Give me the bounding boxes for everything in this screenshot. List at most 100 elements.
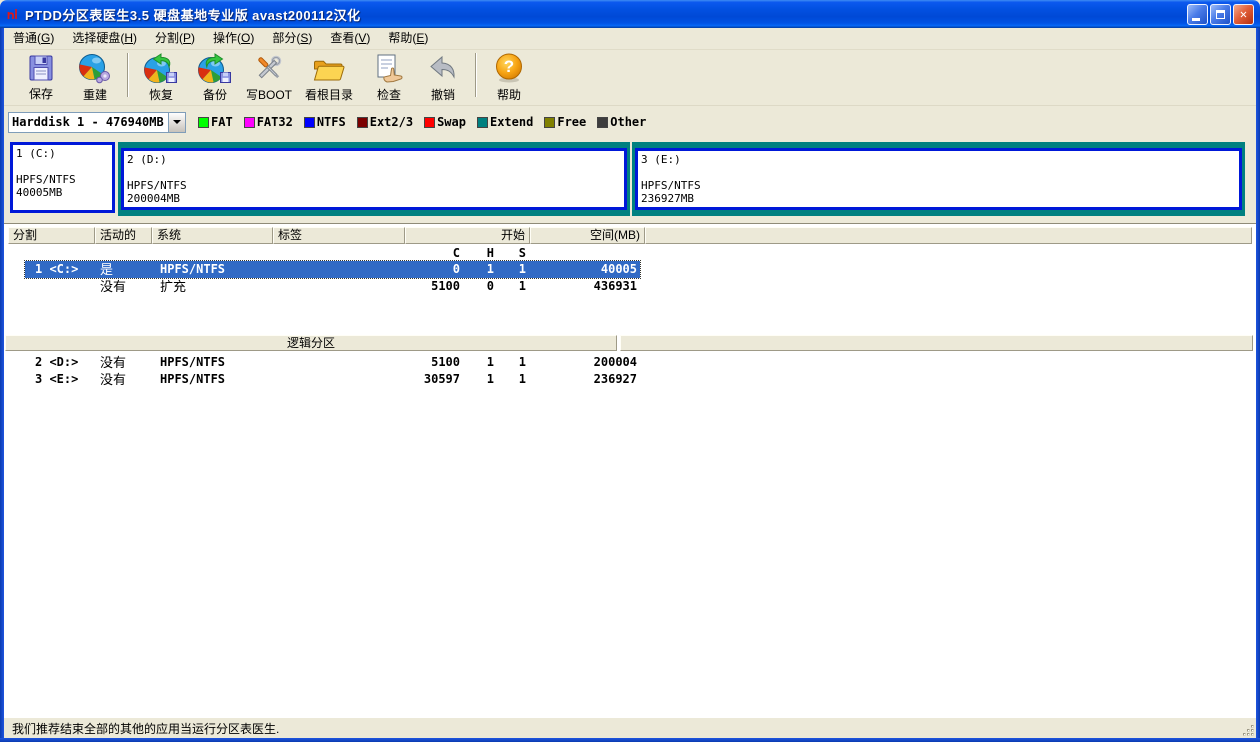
partition-name: 1 (C:) (16, 147, 56, 160)
undo-button[interactable]: 撤销 (416, 50, 470, 102)
toolbar-button-label: 撤销 (430, 88, 455, 102)
legend-item-ntfs: NTFS (303, 115, 346, 129)
fat-color-swatch (198, 116, 209, 128)
close-button[interactable]: ✕ (1233, 3, 1254, 25)
column-header-system[interactable]: 系统 (152, 227, 273, 244)
menu-item-general[interactable]: 普通(G) (4, 28, 63, 49)
column-header-partition[interactable]: 分割 (8, 227, 95, 244)
harddisk-select-dropdown-button[interactable] (168, 112, 185, 132)
help-button[interactable]: ? 帮助 (482, 50, 536, 102)
undo-arrow-icon (426, 53, 460, 84)
status-message: 我们推荐结束全部的其他的应用当运行分区表医生. (12, 721, 280, 736)
menu-item-section[interactable]: 部分(S) (263, 28, 321, 49)
check-button[interactable]: 检查 (362, 50, 416, 102)
subheader-h: H (486, 246, 494, 260)
column-header-start[interactable]: 开始 (405, 227, 530, 244)
filesystem-legend: FAT FAT32 NTFS Ext2/3 Swap Extend Free O… (198, 115, 657, 129)
menu-item-partition[interactable]: 分割(P) (146, 28, 204, 49)
toolbar-button-label: 保存 (28, 87, 53, 101)
partition-box-c[interactable]: 1 (C:) HPFS/NTFS 40005MB (10, 142, 115, 213)
chevron-down-icon (173, 120, 181, 124)
legend-item-fat: FAT (198, 115, 233, 129)
free-color-swatch (544, 116, 556, 128)
extended-wrapper: 3 (E:) HPFS/NTFS 236927MB (632, 142, 1245, 216)
toolbar-button-label: 恢复 (148, 88, 173, 102)
swap-color-swatch (424, 116, 436, 128)
menu-item-help[interactable]: 帮助(E) (379, 28, 437, 49)
minimize-icon (1192, 17, 1200, 21)
app-icon (7, 9, 17, 19)
fat32-color-swatch (243, 116, 255, 128)
window-border-bottom (0, 738, 1260, 742)
partition-fs: HPFS/NTFS (127, 179, 187, 192)
column-header-blank (645, 227, 1252, 244)
toolbar-button-label: 重建 (82, 88, 107, 102)
ntfs-color-swatch (303, 116, 315, 128)
close-icon: ✕ (1239, 7, 1248, 21)
column-header-active[interactable]: 活动的 (95, 227, 152, 244)
menu-bar: 普通(G) 选择硬盘(H) 分割(P) 操作(O) 部分(S) 查看(V) 帮助… (4, 28, 1256, 50)
restore-button[interactable]: 恢复 (134, 50, 188, 102)
svg-text:?: ? (504, 57, 514, 76)
maximize-button[interactable] (1210, 3, 1231, 25)
table-row-e[interactable]: 3 <E:> 没有 HPFS/NTFS 30597 1 1 236927 (25, 371, 640, 388)
harddisk-select[interactable]: Harddisk 1 - 476940MB (8, 111, 186, 133)
window-border-right (1256, 28, 1260, 742)
partition-size: 200004MB (127, 192, 180, 205)
minimize-button[interactable] (1187, 3, 1208, 25)
menu-item-view[interactable]: 查看(V) (321, 28, 379, 49)
column-header-label[interactable]: 标签 (273, 227, 405, 244)
table-row-c[interactable]: 1 <C:> 是 HPFS/NTFS 0 1 1 40005 (24, 260, 641, 279)
save-button[interactable]: 保存 (14, 50, 68, 102)
app-window: PTDD分区表医生3.5 硬盘基地专业版 avast200112汉化 ✕ 普通(… (0, 0, 1260, 742)
open-folder-icon (312, 53, 346, 84)
legend-item-other: Other (597, 115, 646, 129)
menu-item-operation[interactable]: 操作(O) (204, 28, 263, 49)
partition-map-panel: 1 (C:) HPFS/NTFS 40005MB 2 (D:) HPFS/NTF… (4, 138, 1256, 224)
legend-item-free: Free (544, 115, 586, 129)
legend-item-fat32: FAT32 (243, 115, 293, 129)
window-title: PTDD分区表医生3.5 硬盘基地专业版 avast200112汉化 (25, 7, 361, 23)
subheader-c: C (452, 246, 460, 260)
pie-arrow-left-restore-icon (144, 53, 178, 84)
chs-subheader-row: C H S (25, 246, 640, 261)
legend-item-swap: Swap (424, 115, 466, 129)
help-question-icon: ? (492, 53, 526, 84)
rebuild-button[interactable]: 重建 (68, 50, 122, 102)
table-header: 分割 活动的 系统 标签 开始 空间(MB) (8, 227, 1252, 244)
logical-section-band-right (620, 335, 1253, 351)
partition-box-d[interactable]: 2 (D:) HPFS/NTFS 200004MB (121, 148, 627, 210)
table-row-extended[interactable]: 没有 扩充 5100 0 1 436931 (25, 278, 640, 295)
partition-name: 2 (D:) (127, 153, 167, 166)
other-color-swatch (597, 116, 609, 128)
toolbar-button-label: 看根目录 (304, 88, 353, 102)
logical-section-band: 逻辑分区 (5, 335, 617, 351)
legend-item-ext23: Ext2/3 (356, 115, 413, 129)
partition-box-e[interactable]: 3 (E:) HPFS/NTFS 236927MB (635, 148, 1242, 210)
menu-item-select-disk[interactable]: 选择硬盘(H) (63, 28, 146, 49)
toolbar: 保存 重建 恢复 备份 写BOOT 看根目录 检查 撤销 ? 帮助 (4, 50, 1256, 106)
partition-fs: HPFS/NTFS (641, 179, 701, 192)
toolbar-button-label: 帮助 (496, 88, 521, 102)
partition-name: 3 (E:) (641, 153, 681, 166)
toolbar-separator (127, 53, 129, 97)
partition-size: 236927MB (641, 192, 694, 205)
harddisk-select-value: Harddisk 1 - 476940MB (12, 114, 164, 129)
crossed-tools-icon (252, 53, 286, 84)
subheader-s: S (518, 246, 526, 260)
view-root-directory-button[interactable]: 看根目录 (296, 50, 362, 102)
column-header-space[interactable]: 空间(MB) (530, 227, 645, 244)
pie-gear-rebuild-icon (78, 53, 112, 84)
maximize-icon (1216, 9, 1225, 19)
toolbar-button-label: 检查 (376, 88, 401, 102)
title-bar[interactable]: PTDD分区表医生3.5 硬盘基地专业版 avast200112汉化 ✕ (0, 0, 1260, 28)
floppy-save-icon (24, 53, 58, 83)
pie-arrow-right-backup-icon (198, 53, 232, 84)
toolbar-separator (475, 53, 477, 97)
table-row-d[interactable]: 2 <D:> 没有 HPFS/NTFS 5100 1 1 200004 (25, 354, 640, 371)
backup-button[interactable]: 备份 (188, 50, 242, 102)
write-boot-button[interactable]: 写BOOT (242, 50, 296, 102)
resize-grip[interactable] (1241, 723, 1255, 737)
extend-color-swatch (476, 116, 488, 128)
extended-wrapper: 2 (D:) HPFS/NTFS 200004MB (118, 142, 630, 216)
